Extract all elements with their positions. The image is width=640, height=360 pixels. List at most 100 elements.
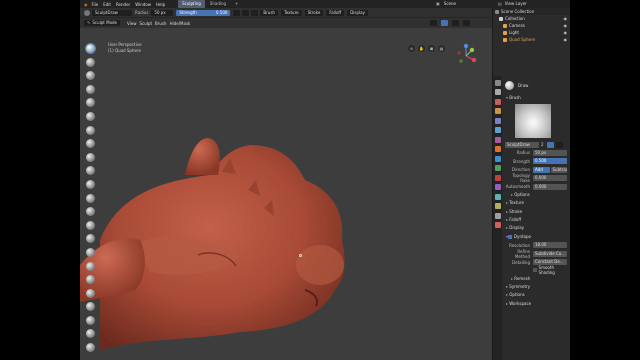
outliner-scene-collection[interactable]: Scene Collection xyxy=(493,8,570,15)
outliner-item[interactable]: Light ◉ xyxy=(493,29,570,36)
visibility-eye-icon[interactable]: ◉ xyxy=(564,22,568,29)
field-value[interactable]: Constant De... xyxy=(533,259,567,266)
visibility-eye-icon[interactable]: ◉ xyxy=(564,29,568,36)
properties-tab-3-icon[interactable] xyxy=(494,98,501,105)
brush-menu-2[interactable]: Brush xyxy=(155,21,167,26)
zoom-icon[interactable]: ⊕ xyxy=(408,45,415,52)
field-value[interactable]: 0.500 xyxy=(533,158,567,165)
radius-field[interactable]: 50 px xyxy=(151,9,174,16)
view-layer-selector[interactable]: ▤ View Layer xyxy=(498,1,527,6)
section-header[interactable]: Options xyxy=(503,291,570,299)
tab-sculpting[interactable]: Sculpting xyxy=(178,0,205,8)
field-value[interactable]: 50 px xyxy=(533,149,567,156)
properties-tab-14-icon[interactable] xyxy=(494,203,501,209)
menu-help[interactable]: Help xyxy=(156,2,165,7)
sculpt-tool-23-icon[interactable] xyxy=(86,343,95,353)
sculpt-tool-21-icon[interactable] xyxy=(86,315,95,325)
outliner-item[interactable]: Quad Sphere ◉ xyxy=(493,36,570,43)
sculpt-tool-18-icon[interactable] xyxy=(86,275,95,285)
brush-menu[interactable]: Brush xyxy=(260,9,278,16)
fake-user-icon[interactable] xyxy=(546,141,554,148)
field-value[interactable]: 18.00 xyxy=(533,242,567,249)
brush-users-count[interactable]: 2 xyxy=(541,142,544,147)
properties-tab-5-icon[interactable] xyxy=(494,117,501,124)
sculpt-tool-7-icon[interactable] xyxy=(86,125,95,135)
properties-tab-16-icon[interactable] xyxy=(494,222,501,228)
section-header[interactable]: Texture xyxy=(503,199,570,207)
sculpt-tool-9-icon[interactable] xyxy=(86,152,95,162)
smooth-shading-checkbox[interactable] xyxy=(532,268,537,273)
subtract-icon[interactable] xyxy=(251,9,259,16)
field-value[interactable]: Subdivide Co... xyxy=(533,250,567,257)
section-header[interactable]: Stroke xyxy=(503,208,570,216)
field-value[interactable]: 0.000 xyxy=(533,175,567,182)
outliner-item[interactable]: Camera ◉ xyxy=(493,22,570,29)
direction-add-button[interactable]: Add xyxy=(533,166,550,173)
dyntopo-section-header[interactable]: Dyntopo xyxy=(503,233,570,241)
add-workspace-button[interactable]: + xyxy=(231,0,242,8)
properties-tab-9-icon[interactable] xyxy=(494,155,501,162)
texture-menu[interactable]: Texture xyxy=(280,9,302,16)
perspective-toggle-icon[interactable]: ▦ xyxy=(438,45,445,52)
sculpt-tool-20-icon[interactable] xyxy=(86,302,95,312)
section-header[interactable]: Display xyxy=(503,224,570,232)
sculpt-tool-14-icon[interactable] xyxy=(86,220,95,230)
solid-shading-icon[interactable] xyxy=(441,20,448,26)
sculpt-tool-19-icon[interactable] xyxy=(86,288,95,298)
pan-icon[interactable]: ✋ xyxy=(418,45,425,52)
dyntopo-checkbox[interactable] xyxy=(508,234,513,239)
brush-preview-icon[interactable] xyxy=(84,9,90,16)
sculpt-tool-16-icon[interactable] xyxy=(86,247,95,257)
camera-view-icon[interactable]: ◼ xyxy=(428,45,435,52)
properties-tab-2-icon[interactable] xyxy=(494,89,501,95)
pressure-icon[interactable] xyxy=(233,9,241,16)
sculpt-tool-10-icon[interactable] xyxy=(86,166,95,176)
sculpt-menu[interactable]: Sculpt xyxy=(140,21,153,26)
mode-selector[interactable]: ✎ Sculpt Mode xyxy=(84,20,121,26)
visibility-eye-icon[interactable]: ◉ xyxy=(564,36,568,43)
sculpt-tool-15-icon[interactable] xyxy=(86,234,95,244)
remesh-section-header[interactable]: Remesh xyxy=(503,275,570,283)
properties-tab-15-icon[interactable] xyxy=(494,212,501,219)
sculpt-tool-6-icon[interactable] xyxy=(86,111,95,121)
properties-tab-12-icon[interactable] xyxy=(494,184,501,190)
brush-section-header[interactable]: Brush xyxy=(503,94,570,102)
brush-thumbnail[interactable] xyxy=(515,104,551,139)
blender-logo-icon[interactable]: ◉ xyxy=(84,2,88,7)
properties-tab-8-icon[interactable] xyxy=(494,146,501,152)
properties-tab-1-icon[interactable] xyxy=(494,79,501,86)
sculpt-tool-4-icon[interactable] xyxy=(86,84,95,94)
sculpt-tool-3-icon[interactable] xyxy=(86,71,95,81)
duplicate-brush-icon[interactable] xyxy=(555,141,563,148)
display-menu[interactable]: Display xyxy=(347,9,368,16)
properties-tab-7-icon[interactable] xyxy=(494,136,501,143)
direction-subtract-button[interactable]: Subtract xyxy=(550,166,567,173)
rendered-shading-icon[interactable] xyxy=(463,20,470,26)
properties-tab-13-icon[interactable] xyxy=(494,193,501,200)
sculpt-tool-11-icon[interactable] xyxy=(86,179,95,189)
field-value[interactable]: 0.000 xyxy=(533,183,567,190)
properties-tab-4-icon[interactable] xyxy=(494,108,501,114)
menu-edit[interactable]: Edit xyxy=(103,2,111,7)
sculpt-tool-5-icon[interactable] xyxy=(86,98,95,108)
section-header[interactable]: Workspace xyxy=(503,300,570,308)
section-header[interactable]: Symmetry xyxy=(503,283,570,291)
scene-selector[interactable]: ▣ Scene xyxy=(436,1,456,6)
view-menu[interactable]: View xyxy=(127,21,137,26)
sculpt-tool-8-icon[interactable] xyxy=(86,139,95,149)
section-header[interactable]: Falloff xyxy=(503,216,570,224)
properties-tab-11-icon[interactable] xyxy=(494,174,501,181)
hide-mask-menu[interactable]: Hide/Mask xyxy=(170,21,191,26)
falloff-menu[interactable]: Falloff xyxy=(326,9,345,16)
tab-shading[interactable]: Shading xyxy=(206,0,230,8)
navigation-gizmo[interactable] xyxy=(452,42,480,70)
menu-render[interactable]: Render xyxy=(116,2,130,7)
add-icon[interactable] xyxy=(242,9,250,16)
menu-file[interactable]: File xyxy=(92,2,99,7)
menu-window[interactable]: Window xyxy=(135,2,151,7)
sculpt-tool-1-icon[interactable] xyxy=(85,43,96,54)
3d-viewport[interactable] xyxy=(80,40,492,360)
properties-tab-6-icon[interactable] xyxy=(494,127,501,133)
sculpt-tool-2-icon[interactable] xyxy=(86,57,95,67)
properties-tab-10-icon[interactable] xyxy=(494,165,501,171)
